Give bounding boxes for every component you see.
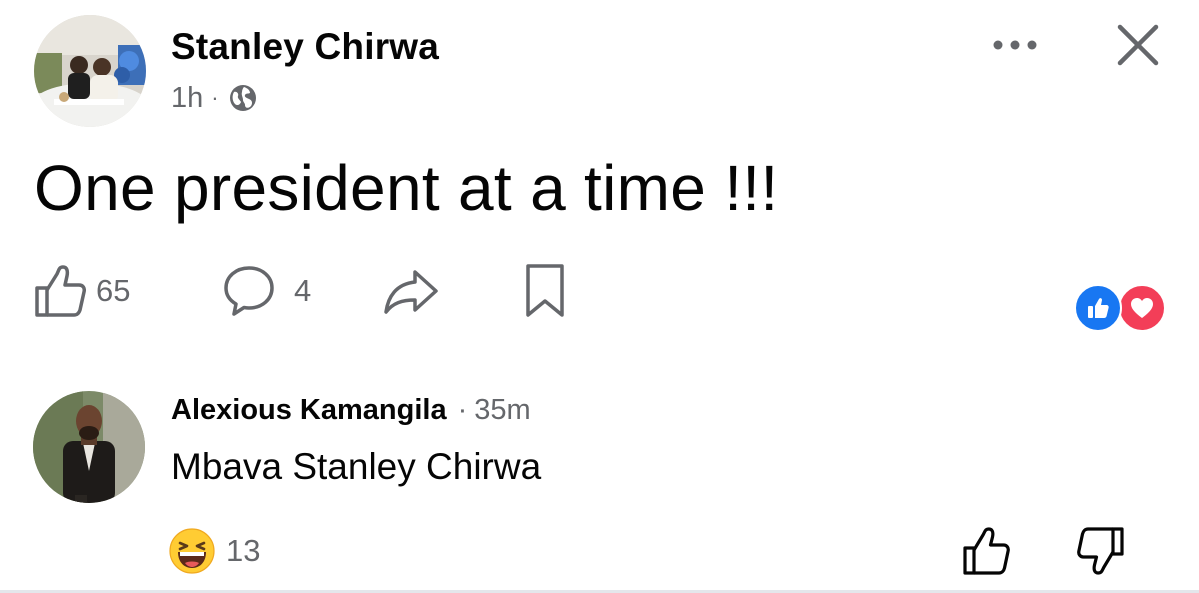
share-arrow-icon bbox=[384, 270, 438, 314]
comment-author-name[interactable]: Alexious Kamangila bbox=[171, 394, 447, 427]
comment-reactions[interactable]: 13 bbox=[168, 527, 260, 575]
reactions-summary[interactable] bbox=[1074, 284, 1170, 332]
comment-author-avatar[interactable] bbox=[33, 391, 145, 503]
like-count: 65 bbox=[96, 273, 131, 308]
more-options-button[interactable] bbox=[987, 28, 1043, 62]
comment-separator: · bbox=[457, 394, 468, 426]
thumbs-up-outline-icon bbox=[35, 265, 86, 317]
comment-text: Mbava Stanley Chirwa bbox=[171, 446, 542, 487]
grinning-squinting-face-icon bbox=[169, 528, 215, 574]
post-author-name[interactable]: Stanley Chirwa bbox=[171, 26, 439, 68]
close-icon bbox=[1117, 24, 1159, 66]
globe-icon bbox=[229, 85, 256, 111]
bookmark-icon bbox=[526, 264, 564, 317]
post-meta: 1h · bbox=[171, 80, 258, 116]
love-reaction-icon bbox=[1118, 284, 1166, 332]
comment-count: 4 bbox=[294, 273, 312, 308]
comment-reaction-count: 13 bbox=[226, 533, 261, 568]
save-button[interactable] bbox=[522, 262, 568, 320]
meta-separator: · bbox=[211, 85, 219, 110]
post-author-avatar[interactable] bbox=[34, 15, 146, 127]
share-button[interactable] bbox=[382, 262, 442, 320]
more-horizontal-icon bbox=[993, 40, 1037, 50]
comment-button[interactable]: 4 bbox=[222, 262, 311, 320]
thumbs-down-outline-icon bbox=[1077, 527, 1124, 575]
comment-dislike-button[interactable] bbox=[1077, 526, 1125, 576]
close-button[interactable] bbox=[1111, 18, 1165, 72]
post-time[interactable]: 1h bbox=[171, 82, 203, 115]
post-text: One president at a time !!! bbox=[34, 152, 779, 224]
avatar-photo bbox=[34, 15, 146, 127]
comment-header: Alexious Kamangila · 35m bbox=[171, 394, 531, 427]
thumbs-up-outline-icon bbox=[963, 527, 1010, 575]
comment-bubble-icon bbox=[224, 266, 274, 316]
like-reaction-icon bbox=[1074, 284, 1122, 332]
avatar-photo bbox=[33, 391, 145, 503]
comment-like-button[interactable] bbox=[962, 526, 1010, 576]
comment-time[interactable]: 35m bbox=[474, 394, 530, 427]
like-button[interactable]: 65 bbox=[34, 262, 130, 320]
